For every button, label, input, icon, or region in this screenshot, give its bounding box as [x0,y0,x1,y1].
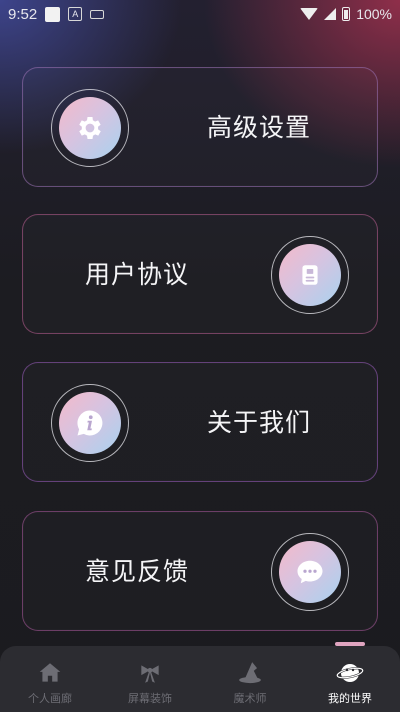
about-us-icon-ring [51,384,129,462]
nav-label-magician: 魔术师 [233,692,267,705]
nav-item-magician[interactable]: 魔术师 [200,646,300,712]
gear-icon [79,117,101,139]
bow-icon [141,665,159,683]
wifi-icon [300,8,319,20]
chat-bubble-icon [297,560,323,584]
nav-item-my-world[interactable]: 我的世界 [300,642,400,712]
about-us-label: 关于我们 [207,408,312,437]
info-icon [77,410,103,436]
notification-square-icon [45,6,61,22]
advanced-settings-icon-ring [51,89,129,167]
nav-label-my-world: 我的世界 [328,692,372,705]
about-us-card[interactable]: 关于我们 [22,362,378,482]
user-agreement-label: 用户协议 [85,260,190,289]
status-time: 9:52 [8,5,38,23]
active-tab-indicator [335,642,365,646]
nav-item-gallery[interactable]: 个人画廊 [0,646,100,712]
document-icon [302,265,318,285]
advanced-settings-label: 高级设置 [207,113,312,142]
nav-label-gallery: 个人画廊 [28,692,72,705]
user-agreement-icon-ring [271,236,349,314]
wizard-hat-icon [239,662,261,684]
feedback-label: 意见反馈 [85,557,190,586]
planet-icon [336,664,364,682]
bottom-navigation: 个人画廊 屏幕装饰 魔术师 我的世界 [0,642,400,712]
keyboard-icon [90,9,105,19]
user-agreement-card[interactable]: 用户协议 [22,214,378,334]
nav-item-decoration[interactable]: 屏幕装饰 [100,646,200,712]
notification-a-icon: A [68,7,83,21]
nav-label-decoration: 屏幕装饰 [128,692,172,705]
cellular-signal-icon [324,8,337,20]
status-bar: 9:52 A 100% [0,0,400,28]
home-icon [39,663,61,682]
feedback-card[interactable]: 意见反馈 [22,511,378,631]
advanced-settings-card[interactable]: 高级设置 [22,67,378,187]
battery-icon [342,7,351,21]
feedback-icon-ring [271,533,349,611]
battery-level: 100% [356,6,392,22]
